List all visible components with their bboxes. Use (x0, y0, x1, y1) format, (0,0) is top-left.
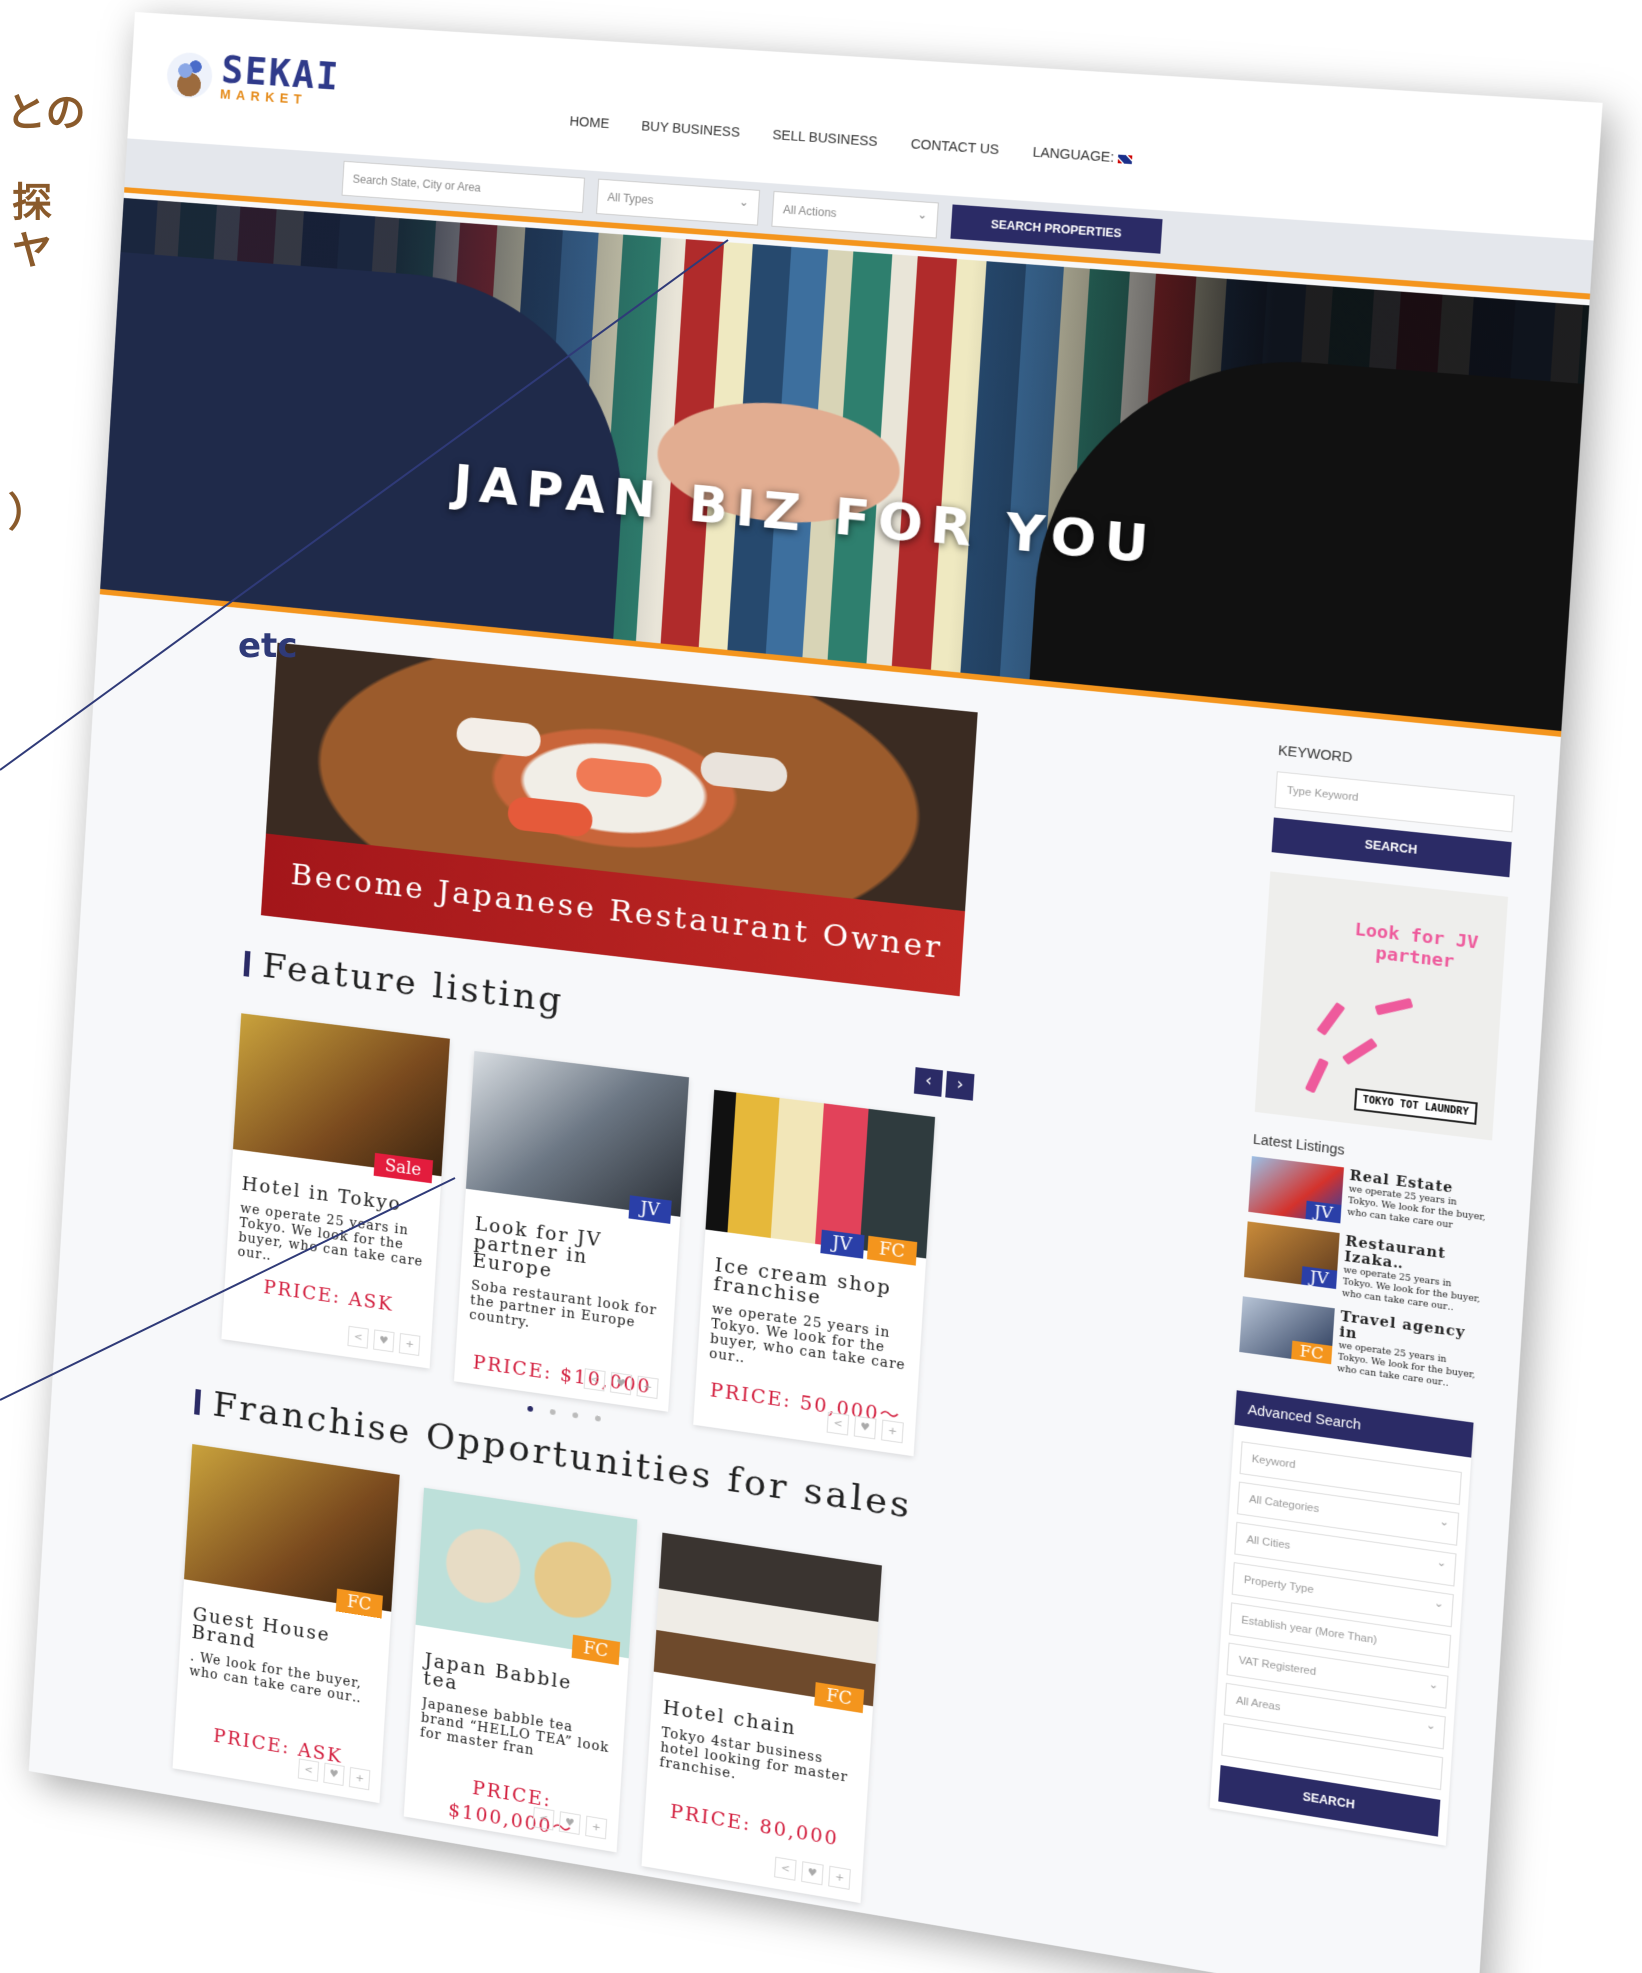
nav-language-label: LANGUAGE: (1032, 144, 1115, 165)
latest-thumbnail: FC (1239, 1296, 1335, 1365)
main-content: Become Japanese Restaurant Owner Feature… (29, 607, 1560, 1973)
sushi-piece (575, 756, 663, 799)
sushi-piece (455, 716, 542, 758)
search-properties-button[interactable]: SEARCH PROPERTIES (950, 204, 1163, 254)
nav-buy-business[interactable]: BUY BUSINESS (641, 118, 740, 140)
carousel-dot[interactable] (549, 1408, 556, 1416)
carousel-arrows: ‹ › (913, 1067, 975, 1101)
clothespin-icon (1304, 1057, 1329, 1094)
heart-icon[interactable]: ♥ (853, 1415, 877, 1440)
main-nav: HOME BUY BUSINESS SELL BUSINESS CONTACT … (569, 113, 1133, 166)
share-icon[interactable]: < (347, 1325, 369, 1349)
jv-badge: JV (819, 1229, 865, 1259)
plus-icon[interactable]: + (398, 1333, 421, 1356)
nav-language[interactable]: LANGUAGE: (1032, 144, 1133, 166)
latest-thumbnail: JV (1244, 1221, 1340, 1290)
plus-icon[interactable]: + (585, 1815, 608, 1840)
latest-thumbnail: JV (1248, 1156, 1344, 1224)
actions-select[interactable]: All Actions (771, 190, 939, 239)
restaurant-banner[interactable]: Become Japanese Restaurant Owner (260, 642, 978, 997)
plus-icon[interactable]: + (636, 1375, 659, 1400)
sidebar: KEYWORD Type Keyword SEARCH Look for JV … (1209, 723, 1518, 1846)
heart-icon[interactable]: ♥ (801, 1861, 824, 1886)
share-icon[interactable]: < (583, 1368, 606, 1392)
franchise-card[interactable]: FC Guest House Brand . We look for the b… (172, 1444, 400, 1804)
ad-text: Look for JV partner (1354, 919, 1479, 973)
location-search-input[interactable]: Search State, City or Area (341, 160, 586, 213)
clothespin-icon (1374, 997, 1414, 1016)
carousel-dot[interactable] (572, 1412, 579, 1419)
nav-sell-business[interactable]: SELL BUSINESS (772, 127, 878, 149)
sushi-piece (506, 795, 594, 838)
share-icon[interactable]: < (532, 1806, 555, 1831)
listing-card[interactable]: JV FC Ice cream shop franchise we operat… (693, 1089, 936, 1457)
etc-label: etc (238, 626, 298, 666)
nav-contact-us[interactable]: CONTACT US (910, 136, 999, 157)
share-icon[interactable]: < (297, 1758, 320, 1782)
advanced-search-panel: Advanced Search Keyword All Categories A… (1209, 1390, 1474, 1846)
plus-icon[interactable]: + (881, 1419, 904, 1444)
types-select[interactable]: All Types (596, 178, 761, 226)
etc-annotation: etc (0, 0, 300, 700)
share-icon[interactable]: < (774, 1856, 797, 1881)
featured-section-title: Feature listing (243, 943, 565, 1021)
nav-home[interactable]: HOME (569, 113, 609, 130)
listing-card[interactable]: Sale Hotel in Tokyo we operate 25 years … (221, 1013, 450, 1369)
listing-card[interactable]: JV Look for JV partner in Europe Soba re… (453, 1051, 690, 1412)
fc-badge: FC (866, 1235, 918, 1266)
load-more-button[interactable]: LOAD MORE LISTINGS (404, 1835, 572, 1901)
carousel-dot[interactable] (594, 1415, 601, 1422)
plus-icon[interactable]: + (828, 1865, 851, 1890)
jv-badge: JV (628, 1195, 672, 1224)
listing-image (415, 1487, 638, 1659)
carousel-dot[interactable] (527, 1405, 534, 1412)
uk-flag-icon (1117, 154, 1133, 164)
carousel-dots (527, 1405, 601, 1422)
listing-description: Soba restaurant look for the partner in … (468, 1278, 658, 1331)
heart-icon[interactable]: ♥ (558, 1811, 581, 1835)
next-arrow-icon[interactable]: › (945, 1070, 975, 1101)
franchise-card[interactable]: FC Hotel chain Tokyo 4star business hote… (641, 1532, 882, 1904)
fc-badge: FC (1290, 1340, 1333, 1365)
clothespin-icon (1341, 1037, 1378, 1066)
banner-caption: Become Japanese Restaurant Owner (289, 856, 945, 966)
listing-image (653, 1532, 882, 1707)
listing-image (465, 1051, 690, 1217)
heart-icon[interactable]: ♥ (610, 1371, 633, 1396)
jv-badge: JV (1301, 1266, 1338, 1290)
franchise-card[interactable]: FC Japan Babble tea Japanese babble tea … (403, 1487, 638, 1853)
listing-image (184, 1444, 400, 1612)
heart-icon[interactable]: ♥ (323, 1762, 345, 1787)
share-icon[interactable]: < (826, 1411, 850, 1436)
jv-badge: JV (1305, 1200, 1342, 1224)
listing-image (232, 1013, 450, 1177)
heart-icon[interactable]: ♥ (373, 1329, 395, 1353)
clothespin-icon (1316, 1001, 1346, 1036)
sushi-piece (699, 750, 789, 794)
prev-arrow-icon[interactable]: ‹ (913, 1067, 944, 1097)
ad-brand-logo: TOKYO TOT LAUNDRY (1353, 1087, 1478, 1125)
plus-icon[interactable]: + (348, 1766, 371, 1791)
jv-partner-ad[interactable]: Look for JV partner TOKYO TOT LAUNDRY (1254, 871, 1509, 1141)
